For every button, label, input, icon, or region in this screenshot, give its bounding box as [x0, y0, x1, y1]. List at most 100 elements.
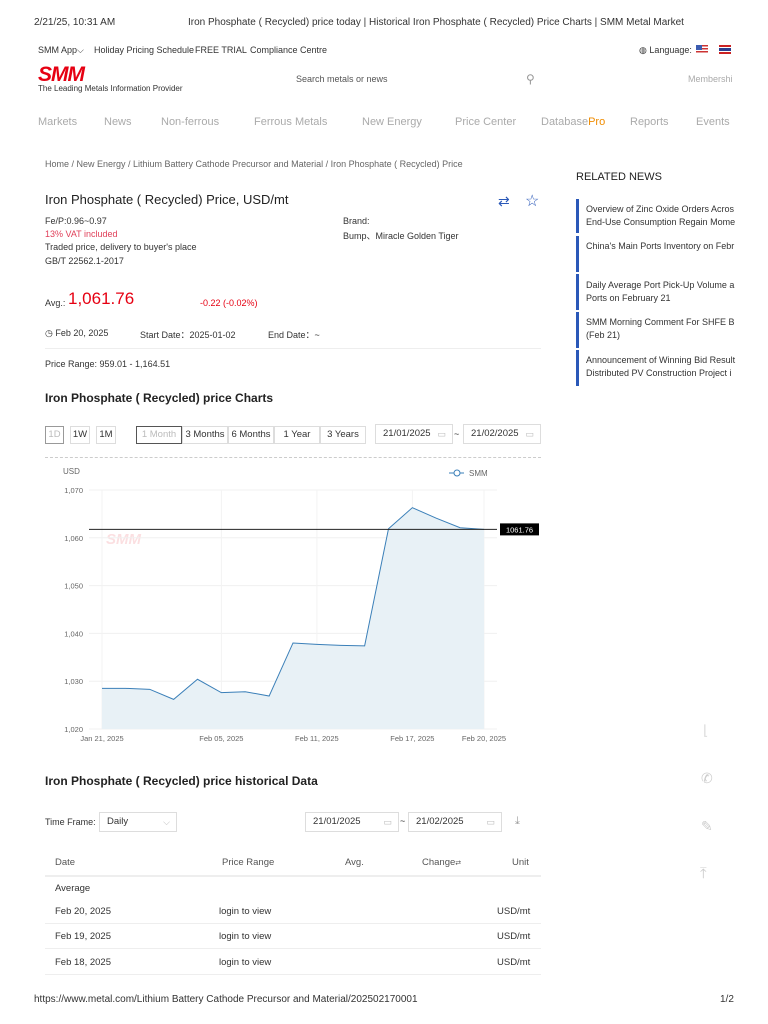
row-range[interactable]: login to view: [219, 957, 271, 968]
news-line: Ports on February 21: [586, 293, 671, 303]
logo-tagline: The Leading Metals Information Provider: [38, 84, 183, 93]
news-item[interactable]: Announcement of Winning Bid Result Distri…: [576, 350, 768, 386]
interval-1w[interactable]: 1W: [70, 426, 90, 444]
compare-icon[interactable]: ⇄: [498, 193, 510, 210]
data-point: [363, 645, 365, 647]
news-line: End-Use Consumption Regain Mome: [586, 217, 736, 227]
nav-markets[interactable]: Markets: [38, 116, 77, 128]
y-tick-label: 1,070: [64, 486, 83, 495]
row-range[interactable]: login to view: [219, 906, 271, 917]
y-tick-label: 1,050: [64, 582, 83, 591]
phone-icon[interactable]: ✆: [701, 770, 713, 787]
row-date: Feb 20, 2025: [55, 906, 111, 917]
edit-note-icon[interactable]: ✎: [701, 818, 713, 835]
nav-new-energy[interactable]: New Energy: [362, 116, 422, 128]
news-line: Announcement of Winning Bid Result: [586, 355, 736, 365]
legend-label: SMM: [469, 469, 488, 478]
news-line: Overview of Zinc Oxide Orders Acros: [586, 204, 735, 214]
sort-icon: ⇄: [455, 860, 462, 867]
data-point: [125, 687, 127, 689]
date-value: Feb 20, 2025: [55, 328, 109, 338]
data-point: [268, 695, 270, 697]
smm-watermark: SMM: [106, 531, 142, 548]
interval-1d[interactable]: 1D: [45, 426, 64, 444]
legend-marker: [453, 469, 461, 477]
nav-events[interactable]: Events: [696, 116, 730, 128]
smm-app-label: SMM App: [38, 45, 78, 55]
y-axis-label: USD: [63, 467, 80, 476]
reference-label: 1061.76: [506, 525, 533, 534]
historical-title: Iron Phosphate ( Recycled) price histori…: [45, 774, 318, 788]
nav-price-center[interactable]: Price Center: [455, 116, 516, 128]
date-separator: ~: [400, 816, 406, 826]
feedback-flag-icon[interactable]: ⌊: [703, 722, 708, 739]
nav-news[interactable]: News: [104, 116, 132, 128]
nav-database-pro[interactable]: DatabasePro: [541, 116, 605, 128]
chevron-down-icon: ⌵: [77, 45, 84, 55]
range-3-years[interactable]: 3 Years: [320, 426, 366, 444]
data-point: [244, 691, 246, 693]
range-1-year[interactable]: 1 Year: [274, 426, 320, 444]
topbar-smm-app[interactable]: SMM App⌵: [38, 45, 84, 56]
x-tick-label: Feb 05, 2025: [199, 734, 243, 743]
database-label: Database: [541, 116, 589, 128]
flag-th-icon[interactable]: [719, 45, 731, 54]
back-to-top-icon[interactable]: ⤒: [700, 865, 707, 882]
history-from-date[interactable]: 21/01/2025 ▭: [305, 812, 399, 832]
x-tick-label: Feb 11, 2025: [295, 734, 339, 743]
y-tick-label: 1,060: [64, 534, 83, 543]
timeframe-select[interactable]: Daily ⌵: [99, 812, 177, 832]
related-news-title: RELATED NEWS: [576, 171, 662, 183]
trade-note: Traded price, delivery to buyer's place: [45, 242, 197, 252]
news-line: (Feb 21): [586, 330, 621, 340]
topbar-compliance[interactable]: Compliance Centre: [250, 45, 327, 55]
news-item[interactable]: Daily Average Port Pick-Up Volume a Ports…: [576, 274, 768, 310]
history-to-date[interactable]: 21/02/2025 ▭: [408, 812, 502, 832]
nav-ferrous-metals[interactable]: Ferrous Metals: [254, 116, 327, 128]
interval-1m[interactable]: 1M: [96, 426, 116, 444]
range-6-months[interactable]: 6 Months: [228, 426, 274, 444]
chart-to-date[interactable]: 21/02/2025 ▭: [463, 424, 541, 444]
table-header: Date Price Range Avg. Change⇄ Unit: [45, 850, 541, 877]
range-1-month[interactable]: 1 Month: [136, 426, 182, 444]
topbar-holiday-schedule[interactable]: Holiday Pricing Schedule: [94, 45, 194, 55]
x-tick-label: Feb 20, 2025: [462, 734, 506, 743]
end-date: End Date：~: [268, 330, 320, 340]
page-title: Iron Phosphate ( Recycled) Price, USD/mt: [45, 192, 289, 207]
x-tick-label: Jan 21, 2025: [80, 734, 123, 743]
search-input[interactable]: Search metals or news: [296, 74, 388, 84]
row-range[interactable]: login to view: [219, 931, 271, 942]
chart-from-date[interactable]: 21/01/2025 ▭: [375, 424, 453, 444]
search-icon[interactable]: ⚲: [526, 72, 535, 86]
row-unit: USD/mt: [497, 957, 531, 968]
news-item[interactable]: Overview of Zinc Oxide Orders Acros End-U…: [576, 199, 768, 233]
news-item[interactable]: SMM Morning Comment For SHFE B (Feb 21): [576, 312, 768, 348]
news-item[interactable]: China's Main Ports Inventory on Febr: [576, 236, 768, 272]
y-tick-label: 1,040: [64, 629, 83, 638]
data-point: [340, 644, 342, 646]
flag-us-icon[interactable]: [696, 45, 708, 54]
nav-reports[interactable]: Reports: [630, 116, 669, 128]
legend[interactable]: SMM: [449, 469, 488, 478]
price-chart[interactable]: USD SMM SMM 1,020 1,030 1,040 1,050 1,060 1,0…: [30, 455, 550, 755]
col-date: Date: [55, 857, 76, 868]
language-selector[interactable]: ◍ Language:: [639, 45, 692, 56]
membership-link[interactable]: Membershi: [688, 74, 733, 84]
chevron-down-icon: ⌵: [163, 817, 170, 827]
calendar-icon: ▭: [525, 429, 534, 439]
topbar-free-trial[interactable]: FREE TRIAL: [195, 45, 247, 55]
calendar-icon: ▭: [437, 429, 446, 439]
download-icon[interactable]: ⤓: [515, 815, 520, 828]
range-3-months[interactable]: 3 Months: [182, 426, 228, 444]
from-value: 21/01/2025: [313, 816, 361, 827]
star-icon[interactable]: ☆: [525, 191, 539, 211]
charts-title: Iron Phosphate ( Recycled) price Charts: [45, 391, 274, 405]
data-point: [459, 527, 461, 529]
col-change[interactable]: Change⇄: [422, 857, 461, 868]
price-date: ◷ Feb 20, 2025: [45, 328, 108, 339]
timeframe-value: Daily: [107, 816, 129, 827]
news-line: Distributed PV Construction Project i: [586, 368, 732, 378]
nav-non-ferrous[interactable]: Non-ferrous: [161, 116, 219, 128]
breadcrumb[interactable]: Home / New Energy / Lithium Battery Cath…: [45, 159, 463, 169]
x-tick-label: Feb 17, 2025: [390, 734, 434, 743]
